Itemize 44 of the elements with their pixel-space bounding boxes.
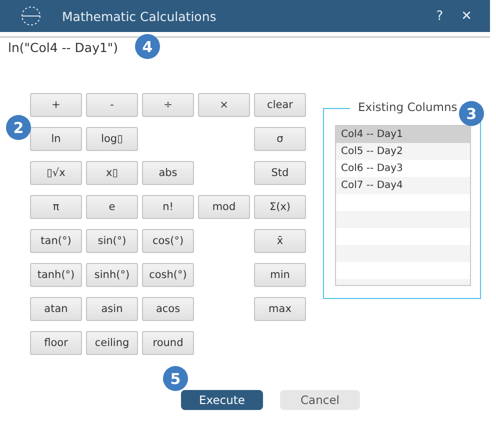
- keypad-button[interactable]: e: [86, 195, 138, 219]
- keypad-button[interactable]: x▯: [86, 161, 138, 185]
- keypad-button[interactable]: ▯√x: [30, 161, 82, 185]
- execute-button[interactable]: Execute: [181, 390, 263, 410]
- keypad-button[interactable]: Σ(x): [254, 195, 306, 219]
- keypad-button[interactable]: ceiling: [86, 331, 138, 355]
- callout-badge: 3: [459, 101, 484, 126]
- keypad-button[interactable]: cos(°): [142, 229, 194, 253]
- keypad-button[interactable]: min: [254, 263, 306, 287]
- keypad-button[interactable]: ln: [30, 127, 82, 151]
- keypad-button[interactable]: Std: [254, 161, 306, 185]
- column-item[interactable]: Col6 -- Day3: [336, 160, 470, 177]
- keypad-button[interactable]: +: [30, 93, 82, 117]
- keypad-button[interactable]: clear: [254, 93, 306, 117]
- keypad-button[interactable]: σ: [254, 127, 306, 151]
- keypad-button[interactable]: mod: [198, 195, 250, 219]
- keypad-button[interactable]: abs: [142, 161, 194, 185]
- keypad-button[interactable]: asin: [86, 297, 138, 321]
- keypad-button[interactable]: acos: [142, 297, 194, 321]
- keypad-button[interactable]: atan: [30, 297, 82, 321]
- keypad-button[interactable]: π: [30, 195, 82, 219]
- close-button[interactable]: ✕: [461, 8, 472, 24]
- callout-badge: 5: [163, 366, 188, 391]
- keypad-button[interactable]: sinh(°): [86, 263, 138, 287]
- keypad-button[interactable]: ÷: [142, 93, 194, 117]
- column-item[interactable]: Col4 -- Day1: [336, 126, 470, 143]
- keypad-button[interactable]: tanh(°): [30, 263, 82, 287]
- logo-icon: [20, 5, 42, 27]
- cancel-button[interactable]: Cancel: [280, 390, 360, 410]
- keypad-button[interactable]: tan(°): [30, 229, 82, 253]
- keypad-button[interactable]: log▯: [86, 127, 138, 151]
- keypad-button[interactable]: x̄: [254, 229, 306, 253]
- window-title: Mathematic Calculations: [62, 8, 218, 24]
- keypad-button[interactable]: n!: [142, 195, 194, 219]
- keypad-button[interactable]: ×: [198, 93, 250, 117]
- keypad-button[interactable]: cosh(°): [142, 263, 194, 287]
- keypad-button[interactable]: round: [142, 331, 194, 355]
- keypad-button[interactable]: floor: [30, 331, 82, 355]
- help-button[interactable]: ?: [436, 8, 444, 24]
- keypad-button[interactable]: -: [86, 93, 138, 117]
- keypad-button[interactable]: sin(°): [86, 229, 138, 253]
- callout-badge: 2: [6, 115, 31, 140]
- callout-badge: 4: [135, 34, 160, 59]
- keypad-button[interactable]: max: [254, 297, 306, 321]
